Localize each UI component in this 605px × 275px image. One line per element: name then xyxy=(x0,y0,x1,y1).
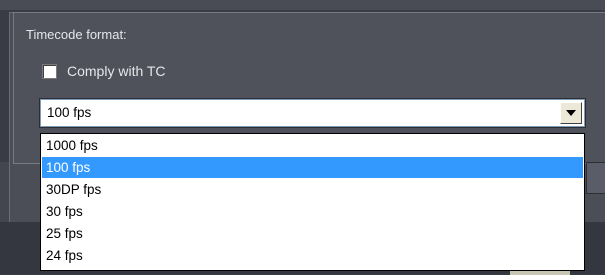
dropdown-button[interactable] xyxy=(560,102,582,124)
chevron-down-icon xyxy=(566,110,576,116)
comply-with-tc-label[interactable]: Comply with TC xyxy=(67,63,166,79)
window-top-bar xyxy=(0,0,605,10)
comply-with-tc-checkbox[interactable] xyxy=(42,63,57,79)
dropdown-option[interactable]: 1000 fps xyxy=(42,135,583,156)
dropdown-option[interactable]: 30 fps xyxy=(42,201,583,222)
dropdown-option[interactable]: 100 fps xyxy=(42,157,583,178)
dropdown-option[interactable]: 24 fps xyxy=(42,245,583,266)
timecode-format-selected-value: 100 fps xyxy=(47,105,92,120)
comply-with-tc-checkbox-row[interactable]: Comply with TC xyxy=(42,62,166,80)
obscured-button[interactable] xyxy=(586,162,605,194)
timecode-format-select[interactable]: 100 fps xyxy=(39,98,586,128)
dropdown-option[interactable]: 25 fps xyxy=(42,223,583,244)
dropdown-option[interactable]: 30DP fps xyxy=(42,179,583,200)
timecode-format-label: Timecode format: xyxy=(26,27,127,42)
timecode-format-dropdown-list[interactable]: 1000 fps 100 fps 30DP fps 30 fps 25 fps 24 fp… xyxy=(40,133,585,271)
